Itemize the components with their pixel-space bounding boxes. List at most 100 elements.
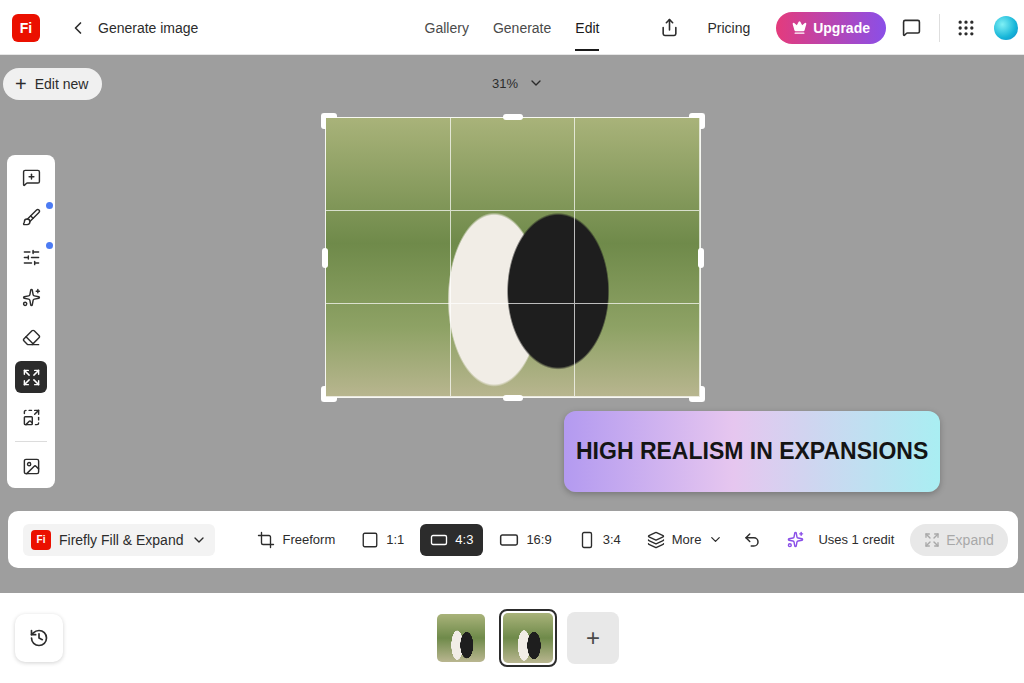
grid-cell (451, 211, 576, 304)
corner-handle[interactable] (321, 113, 337, 129)
new-dot (46, 202, 53, 209)
ratio-button[interactable]: 3:4 (568, 524, 631, 556)
tool-button[interactable] (15, 321, 47, 353)
grid-icon (956, 18, 976, 38)
chat-icon (902, 18, 921, 37)
top-bar: FiGenerate imageGalleryGenerateEditPrici… (0, 0, 1024, 55)
mode-select[interactable]: FiFirefly Fill & Expand (23, 524, 215, 556)
expand-icon (924, 532, 940, 548)
share-button[interactable] (656, 14, 683, 41)
app-logo[interactable]: Fi (12, 14, 40, 42)
tool-icon (22, 408, 41, 427)
credit-text: Uses 1 credit (818, 532, 894, 547)
ratio-button[interactable]: 16:9 (489, 524, 561, 556)
canvas-stage: +Edit new 31% HIGH REALISM IN EXPANSIONS (0, 55, 1024, 511)
edge-handle[interactable] (503, 114, 523, 120)
nav-tab[interactable]: Edit (575, 0, 599, 55)
toolbar-right: Uses 1 credit Expand (739, 524, 1007, 556)
tool-button[interactable] (15, 450, 47, 482)
grid-cell (575, 118, 700, 211)
ratio-button[interactable]: 4:3 (420, 524, 483, 556)
edge-handle[interactable] (698, 248, 704, 268)
grid-cell (575, 211, 700, 304)
thumbnail[interactable] (433, 610, 489, 666)
upgrade-button[interactable]: Upgrade (776, 12, 886, 44)
edit-new-button[interactable]: +Edit new (3, 68, 102, 100)
grid-cell (451, 304, 576, 397)
corner-handle[interactable] (689, 113, 705, 129)
plus-icon: + (15, 74, 27, 94)
page-title: Generate image (98, 20, 198, 36)
image-frame[interactable] (325, 117, 701, 398)
grid-cell (575, 304, 700, 397)
chevron-down-icon (191, 532, 207, 548)
tool-icon (22, 288, 41, 307)
history-button[interactable] (15, 614, 63, 662)
credit-icon (787, 531, 804, 548)
expand-button[interactable]: Expand (910, 524, 1007, 556)
tool-button[interactable] (15, 361, 47, 393)
feedback-button[interactable] (898, 14, 925, 41)
ratio-button[interactable]: Freeform (247, 524, 345, 556)
thumbnail-image (503, 613, 553, 663)
new-dot (46, 242, 53, 249)
edge-handle[interactable] (503, 395, 523, 401)
mode-logo: Fi (31, 530, 51, 550)
tool-icon (22, 457, 41, 476)
chevron-down-icon (708, 532, 723, 547)
crop-grid (325, 117, 701, 398)
user-avatar[interactable] (994, 16, 1018, 40)
add-button[interactable]: + (567, 612, 619, 664)
tool-button[interactable] (15, 201, 47, 233)
grid-cell (326, 118, 451, 211)
tool-button[interactable] (15, 161, 47, 193)
thumbnail[interactable] (499, 609, 557, 667)
grid-cell (451, 118, 576, 211)
crop-icon (257, 531, 275, 549)
tool-divider (15, 441, 47, 442)
ratio-button[interactable]: More (637, 524, 734, 556)
header-divider (939, 14, 940, 42)
zoom-select[interactable]: 31% (492, 75, 544, 91)
reset-button[interactable] (739, 527, 765, 553)
expand-toolbar: FiFirefly Fill & Expand Freeform1:14:316:… (8, 511, 1018, 568)
square-icon (361, 531, 379, 549)
thumbnail-image (437, 614, 485, 662)
app: FiGenerate imageGalleryGenerateEditPrici… (0, 0, 1024, 683)
promo-banner: HIGH REALISM IN EXPANSIONS (564, 411, 940, 492)
nav-tab[interactable]: Generate (493, 0, 551, 55)
edge-handle[interactable] (322, 248, 328, 268)
header-left: Fi Generate image (0, 14, 425, 42)
share-icon (660, 18, 679, 37)
back-button[interactable] (68, 18, 88, 38)
grid-cell (326, 304, 451, 397)
tool-button[interactable] (15, 281, 47, 313)
photo (325, 117, 701, 398)
history-strip: + (0, 593, 1024, 683)
undo-icon (743, 531, 761, 549)
tool-icon (22, 208, 41, 227)
corner-handle[interactable] (689, 386, 705, 402)
tool-icon (22, 168, 41, 187)
pricing-link[interactable]: Pricing (707, 20, 750, 36)
nav-tab[interactable]: Gallery (425, 0, 469, 55)
tool-button[interactable] (15, 241, 47, 273)
tool-icon (22, 368, 41, 387)
wide-icon (499, 530, 519, 550)
layers-icon (647, 531, 665, 549)
apps-button[interactable] (952, 14, 980, 42)
chevron-down-icon (528, 75, 544, 91)
nav-tabs: Gallery Generate Edit (425, 0, 600, 55)
crown-icon (792, 20, 807, 35)
chevron-left-icon (68, 18, 88, 38)
header-right: Pricing Upgrade (599, 12, 1024, 44)
side-toolbar (7, 155, 55, 488)
corner-handle[interactable] (321, 386, 337, 402)
credit-info (783, 527, 808, 552)
ratio-button[interactable]: 1:1 (351, 524, 414, 556)
tool-icon (22, 328, 41, 347)
portrait-icon (578, 531, 596, 549)
thumbnail-list: + (433, 609, 619, 667)
tool-icon (22, 248, 41, 267)
tool-button[interactable] (15, 401, 47, 433)
